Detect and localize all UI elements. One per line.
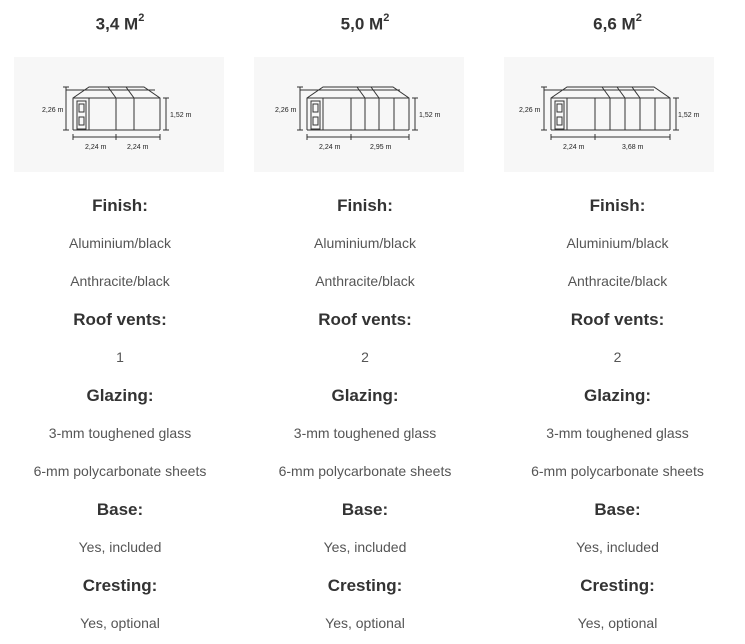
cresting-value: Yes, optional <box>325 615 405 631</box>
glazing-option-1: 3-mm toughened glass <box>546 425 689 441</box>
roof-vents-value: 2 <box>613 349 622 365</box>
model-column-3-4: 3,4 M2 2,26 m 1,52 m 2,24 m 2,24 m Finis… <box>0 0 240 644</box>
comparison-grid: 3,4 M2 2,26 m 1,52 m 2,24 m 2,24 m Finis… <box>0 0 745 644</box>
cresting-value: Yes, optional <box>80 615 160 631</box>
glazing-heading: Glazing: <box>583 386 652 405</box>
dim-length-label: 3,68 m <box>622 144 644 151</box>
base-heading: Base: <box>96 500 144 519</box>
glazing-option-2: 6-mm polycarbonate sheets <box>531 463 704 479</box>
greenhouse-diagram: 2,26 m 1,52 m 2,24 m 2,24 m <box>14 57 224 172</box>
model-column-5-0: 5,0 M2 2,26 m 1,52 m 2,24 m 2,95 m Finis… <box>240 0 490 644</box>
glazing-option-1: 3-mm toughened glass <box>293 425 437 441</box>
cresting-heading: Cresting: <box>327 576 403 595</box>
glazing-heading: Glazing: <box>86 386 154 405</box>
roof-vents-heading: Roof vents: <box>570 310 665 329</box>
dim-length-label: 2,24 m <box>127 144 149 151</box>
dim-height-label: 2,26 m <box>42 107 64 114</box>
finish-option-1: Aluminium/black <box>566 235 669 251</box>
cresting-heading: Cresting: <box>82 576 158 595</box>
dim-height-label: 2,26 m <box>275 107 297 114</box>
dim-side-label: 1,52 m <box>170 112 192 119</box>
finish-heading: Finish: <box>589 196 646 215</box>
finish-heading: Finish: <box>337 196 393 215</box>
finish-option-1: Aluminium/black <box>69 235 171 251</box>
glazing-option-2: 6-mm polycarbonate sheets <box>278 463 452 479</box>
finish-option-2: Anthracite/black <box>315 273 415 289</box>
base-heading: Base: <box>341 500 389 519</box>
glazing-option-1: 3-mm toughened glass <box>48 425 192 441</box>
dim-height-label: 2,26 m <box>519 107 541 114</box>
finish-option-2: Anthracite/black <box>70 273 170 289</box>
dim-side-label: 1,52 m <box>419 112 441 119</box>
base-value: Yes, included <box>78 539 162 555</box>
model-title: 3,4 M2 <box>95 12 145 34</box>
model-column-6-6: 6,6 M2 2,26 m 1,52 m 2,24 m 3,68 m Finis… <box>490 0 745 644</box>
roof-vents-value: 1 <box>116 349 124 365</box>
roof-vents-value: 2 <box>361 349 369 365</box>
cresting-value: Yes, optional <box>577 615 658 631</box>
dim-length-label: 2,95 m <box>370 144 392 151</box>
base-value: Yes, included <box>323 539 407 555</box>
greenhouse-diagram: 2,26 m 1,52 m 2,24 m 3,68 m <box>504 57 714 172</box>
cresting-heading: Cresting: <box>580 576 655 595</box>
finish-heading: Finish: <box>92 196 148 215</box>
model-title: 6,6 M2 <box>593 12 642 34</box>
roof-vents-heading: Roof vents: <box>73 310 167 329</box>
glazing-option-2: 6-mm polycarbonate sheets <box>33 463 207 479</box>
finish-option-1: Aluminium/black <box>314 235 416 251</box>
dim-width-label: 2,24 m <box>563 144 585 151</box>
model-title: 5,0 M2 <box>340 12 390 34</box>
finish-option-2: Anthracite/black <box>567 273 668 289</box>
roof-vents-heading: Roof vents: <box>318 310 412 329</box>
dim-side-label: 1,52 m <box>678 112 700 119</box>
greenhouse-diagram: 2,26 m 1,52 m 2,24 m 2,95 m <box>254 57 464 172</box>
base-heading: Base: <box>594 500 641 519</box>
base-value: Yes, included <box>576 539 659 555</box>
glazing-heading: Glazing: <box>331 386 399 405</box>
dim-width-label: 2,24 m <box>319 144 341 151</box>
dim-width-label: 2,24 m <box>85 144 107 151</box>
